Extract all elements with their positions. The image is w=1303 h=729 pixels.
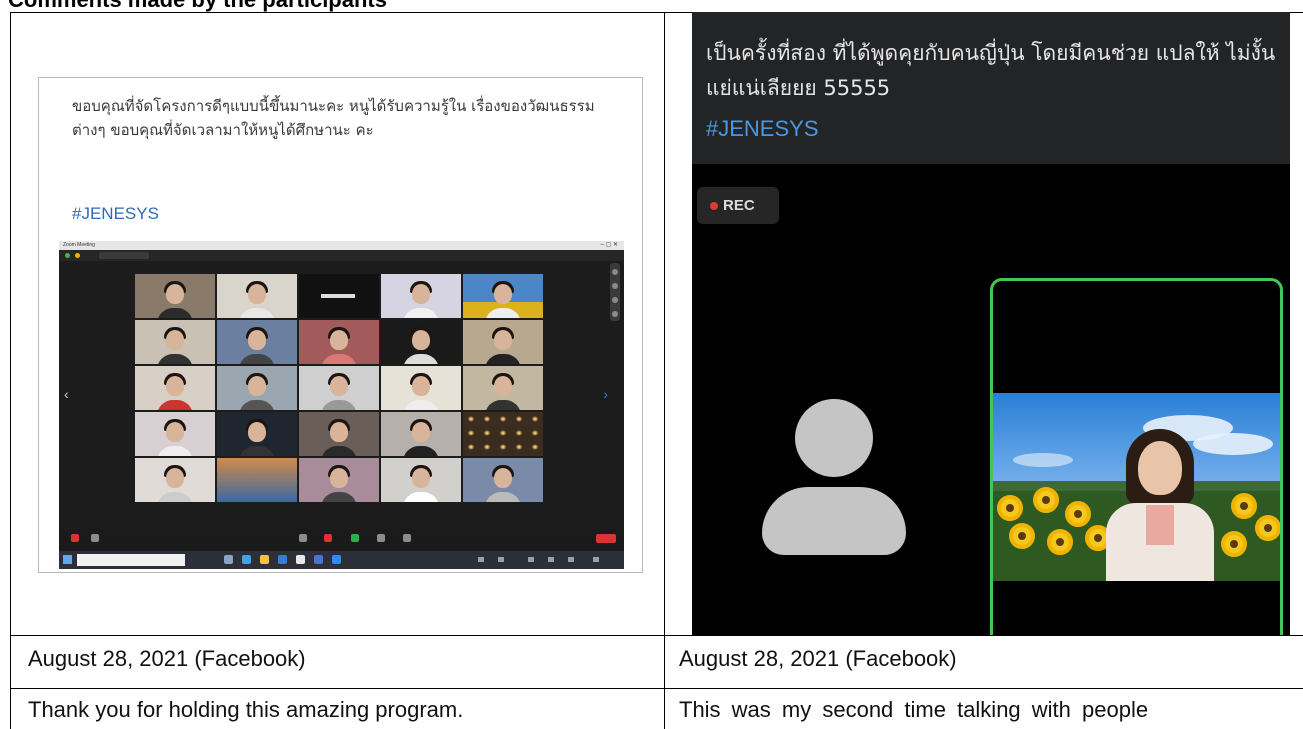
video-tile bbox=[135, 458, 215, 502]
video-tile bbox=[217, 412, 297, 456]
video-tile bbox=[135, 412, 215, 456]
video-tile bbox=[381, 366, 461, 410]
taskbar-app-icon bbox=[314, 555, 323, 564]
default-avatar-icon bbox=[795, 399, 873, 477]
taskbar-app-icon bbox=[278, 555, 287, 564]
video-tile bbox=[217, 320, 297, 364]
right-post-text: เป็นครั้งที่สอง ที่ได้พูดคุยกับคนญี่ปุ่น… bbox=[706, 41, 1276, 100]
recording-icon bbox=[75, 253, 80, 258]
video-tile bbox=[463, 320, 543, 364]
taskbar-app-icon bbox=[332, 555, 341, 564]
next-page-arrow-icon: › bbox=[603, 386, 608, 402]
zoom-top-bar bbox=[59, 250, 624, 261]
share-screen-icon bbox=[351, 534, 359, 542]
video-tile bbox=[135, 274, 215, 318]
video-tile bbox=[217, 366, 297, 410]
video-tile bbox=[135, 366, 215, 410]
video-tile bbox=[299, 320, 379, 364]
taskbar-app-icon bbox=[242, 555, 251, 564]
windows-taskbar bbox=[59, 551, 624, 569]
right-comment: This was my second time talking with peo… bbox=[679, 697, 1149, 722]
left-hashtag: #JENESYS bbox=[72, 204, 159, 223]
windows-start-icon bbox=[63, 555, 72, 564]
video-tile bbox=[217, 274, 297, 318]
left-date: August 28, 2021 (Facebook) bbox=[28, 646, 306, 671]
record-dot-icon bbox=[710, 202, 718, 210]
zoom-title-text: Zoom Meeting bbox=[63, 242, 95, 248]
system-tray bbox=[468, 555, 618, 564]
video-tile bbox=[299, 274, 379, 318]
taskbar-app-icon bbox=[260, 555, 269, 564]
end-meeting-button bbox=[596, 534, 616, 543]
rec-label: REC bbox=[723, 197, 755, 214]
speaker-top bbox=[1146, 505, 1174, 545]
taskbar-search-box bbox=[77, 554, 185, 566]
record-icon bbox=[377, 534, 385, 542]
video-tile bbox=[299, 412, 379, 456]
zoom-side-panel bbox=[610, 263, 620, 321]
video-tile bbox=[135, 320, 215, 364]
previous-page-arrow-icon: ‹ bbox=[64, 386, 69, 402]
reactions-icon bbox=[403, 534, 411, 542]
security-icon bbox=[65, 253, 70, 258]
default-avatar-body bbox=[762, 487, 906, 555]
zoom-controls-bar bbox=[59, 529, 624, 551]
zoom-title-bar: Zoom Meeting – ▢ ✕ bbox=[59, 241, 624, 250]
participants-icon bbox=[299, 534, 307, 542]
chat-icon bbox=[324, 534, 332, 542]
mute-icon bbox=[71, 534, 79, 542]
left-comment: Thank you for holding this amazing progr… bbox=[28, 697, 464, 722]
view-label bbox=[99, 252, 149, 259]
right-hashtag: #JENESYS bbox=[706, 116, 819, 141]
window-controls: – ▢ ✕ bbox=[600, 242, 618, 248]
taskbar-app-icon bbox=[296, 555, 305, 564]
video-tile bbox=[463, 458, 543, 502]
video-tile bbox=[463, 274, 543, 318]
zoom-meeting-screenshot: Zoom Meeting – ▢ ✕ ‹ › bbox=[59, 241, 624, 569]
video-tile bbox=[381, 458, 461, 502]
page-header: Comments made by the participants bbox=[0, 0, 1303, 12]
taskbar-app-icon bbox=[224, 555, 233, 564]
right-date: August 28, 2021 (Facebook) bbox=[679, 646, 957, 671]
video-tile bbox=[463, 366, 543, 410]
video-tile bbox=[381, 274, 461, 318]
video-tile bbox=[381, 320, 461, 364]
video-tile bbox=[463, 412, 543, 456]
video-icon bbox=[91, 534, 99, 542]
left-post-screenshot: ขอบคุณที่จัดโครงการดีๆแบบนี้ขึ้นมานะคะ ห… bbox=[38, 77, 643, 573]
right-post-screenshot: เป็นครั้งที่สอง ที่ได้พูดคุยกับคนญี่ปุ่น… bbox=[692, 12, 1290, 635]
rec-indicator: REC bbox=[697, 187, 779, 224]
video-tile bbox=[299, 366, 379, 410]
right-post-header: เป็นครั้งที่สอง ที่ได้พูดคุยกับคนญี่ปุ่น… bbox=[692, 12, 1290, 164]
speaker-face bbox=[1138, 441, 1182, 495]
active-speaker-video bbox=[990, 278, 1283, 635]
left-post-text: ขอบคุณที่จัดโครงการดีๆแบบนี้ขึ้นมานะคะ ห… bbox=[72, 97, 595, 139]
video-tile bbox=[381, 412, 461, 456]
video-tile bbox=[299, 458, 379, 502]
video-tile bbox=[217, 458, 297, 502]
